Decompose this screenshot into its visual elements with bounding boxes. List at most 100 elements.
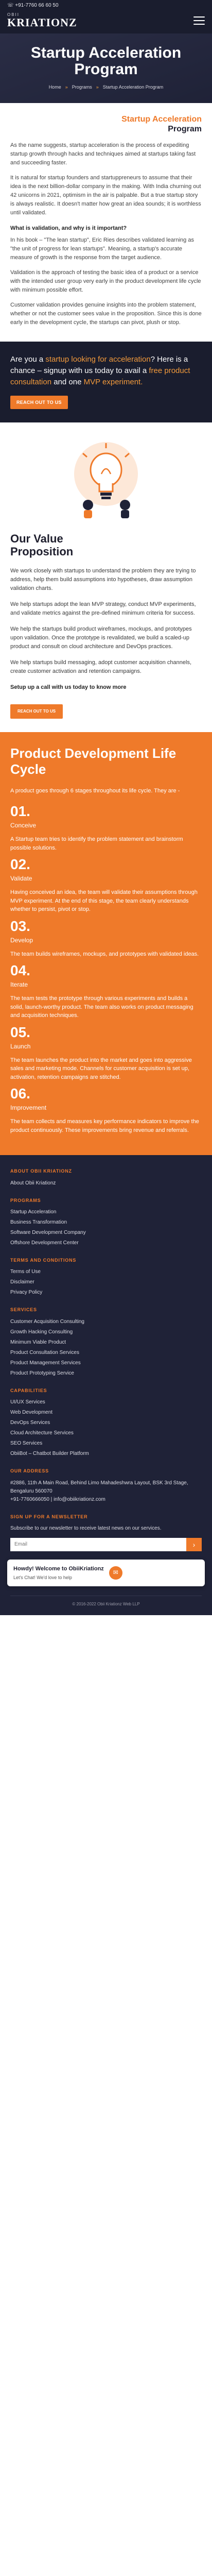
- pdlc-heading: Product Development Life Cycle: [10, 745, 176, 777]
- value-paragraph: We work closely with startups to underst…: [10, 567, 196, 591]
- step-text: The team collects and measures key perfo…: [10, 1118, 199, 1133]
- footer-services-list: Customer Acquisition Consulting Growth H…: [10, 1318, 202, 1378]
- value-proposition-section: Our Value Proposition We work closely wi…: [0, 526, 212, 732]
- cta-text: Are you a startup looking for accelerati…: [10, 354, 202, 387]
- footer-link[interactable]: Minimum Viable Product: [10, 1338, 202, 1347]
- step-name: Improvement: [10, 1104, 47, 1112]
- step-name: Develop: [10, 936, 33, 944]
- footer-link[interactable]: UI/UX Services: [10, 1398, 202, 1406]
- footer-link[interactable]: Product Management Services: [10, 1359, 202, 1367]
- footer-link[interactable]: Web Development: [10, 1409, 202, 1417]
- footer-link[interactable]: Privacy Policy: [10, 1289, 202, 1297]
- article-heading-line1: Startup Acceleration: [121, 114, 202, 124]
- newsletter-email-input[interactable]: [10, 1537, 186, 1551]
- newsletter-submit-button[interactable]: ›: [186, 1537, 202, 1551]
- article-paragraph: As the name suggests, startup accelerati…: [10, 142, 196, 166]
- footer-address-heading: OUR ADDRESS: [10, 1468, 49, 1474]
- footer-link[interactable]: Product Prototyping Service: [10, 1369, 202, 1378]
- step-name: Launch: [10, 1042, 31, 1050]
- pdlc-lead: A product goes through 6 stages througho…: [10, 787, 180, 794]
- article-paragraph: In his book – "The lean startup", Eric R…: [10, 236, 194, 261]
- pdlc-step: 02. Validate Having conceived an idea, t…: [10, 857, 202, 914]
- footer-link[interactable]: Growth Hacking Consulting: [10, 1328, 202, 1336]
- breadcrumb-programs[interactable]: Programs: [72, 84, 92, 90]
- breadcrumb-separator: »: [96, 84, 99, 90]
- pdlc-step: 05. Launch The team launches the product…: [10, 1025, 202, 1082]
- page-title: Startup Acceleration Program: [30, 44, 182, 78]
- footer-link[interactable]: Software Development Company: [10, 1229, 202, 1237]
- breadcrumb-home[interactable]: Home: [49, 84, 61, 90]
- value-call-to-action: Setup up a call with us today to know mo…: [10, 684, 127, 690]
- value-illustration: [0, 422, 212, 526]
- article-paragraph: Customer validation provides genuine ins…: [10, 301, 202, 326]
- chat-widget-popup[interactable]: Howdy! Welcome to ObiiKriationz Let's Ch…: [7, 1559, 205, 1586]
- footer-programs-list: Startup Acceleration Business Transforma…: [10, 1208, 202, 1247]
- step-number: 04.: [10, 962, 30, 979]
- step-number: 02.: [10, 856, 30, 873]
- step-text: A Startup team tries to identify the pro…: [10, 836, 183, 851]
- chat-widget-title: Howdy! Welcome to ObiiKriationz: [13, 1565, 104, 1572]
- step-text: The team launches the product into the m…: [10, 1057, 192, 1080]
- lightbulb-idea-icon: [74, 442, 138, 519]
- reach-out-button[interactable]: REACH OUT TO US: [10, 396, 68, 410]
- footer-link[interactable]: Terms of Use: [10, 1268, 202, 1276]
- step-name: Iterate: [10, 981, 28, 989]
- footer-link[interactable]: Product Consultation Services: [10, 1349, 202, 1357]
- article-paragraph: It is natural for startup founders and s…: [10, 175, 201, 216]
- footer-about-list: About Obii Kriationz: [10, 1179, 202, 1188]
- footer-link[interactable]: About Obii Kriationz: [10, 1179, 202, 1188]
- article-question: What is validation, and why is it import…: [10, 225, 127, 231]
- intro-article: Startup Acceleration Program As the name…: [0, 103, 212, 342]
- chat-widget-text: Howdy! Welcome to ObiiKriationz Let's Ch…: [13, 1565, 104, 1581]
- value-proposition-heading: Our Value Proposition: [10, 532, 202, 558]
- footer-contact[interactable]: +91-7760666050 | info@obiikriationz.com: [10, 1496, 202, 1504]
- newsletter-form: ›: [10, 1537, 202, 1551]
- breadcrumb-current: Startup Acceleration Program: [102, 84, 164, 90]
- footer-link[interactable]: Business Transformation: [10, 1218, 202, 1227]
- footer-link[interactable]: Disclaimer: [10, 1278, 202, 1286]
- footer-address: #2886, 11th A Main Road, Behind Limo Mah…: [10, 1480, 188, 1494]
- cta-text-part: and one: [51, 377, 84, 386]
- footer-programs-heading: PROGRAMS: [10, 1197, 41, 1203]
- chat-bubble-icon[interactable]: ✉: [109, 1566, 122, 1580]
- value-paragraph: We help startups build messaging, adopt …: [10, 659, 191, 674]
- cta-highlight: MVP experiment.: [83, 377, 143, 386]
- footer-link[interactable]: ObiiBot – Chatbot Builder Platform: [10, 1450, 202, 1458]
- footer-capabilities-list: UI/UX Services Web Development DevOps Se…: [10, 1398, 202, 1458]
- chat-widget-subtitle: Let's Chat! We'd love to help: [13, 1574, 72, 1580]
- footer-link[interactable]: DevOps Services: [10, 1419, 202, 1427]
- value-paragraph: We help startups adopt the lean MVP stra…: [10, 601, 196, 616]
- pdlc-step: 03. Develop The team builds wireframes, …: [10, 919, 202, 959]
- menu-icon[interactable]: [193, 16, 205, 25]
- logo-big-text: KRIATIONZ: [7, 16, 77, 29]
- pdlc-step: 06. Improvement The team collects and me…: [10, 1087, 202, 1134]
- footer-about-heading: ABOUT OBII KRIATIONZ: [10, 1168, 72, 1174]
- step-number: 01.: [10, 803, 30, 820]
- footer-link[interactable]: Cloud Architecture Services: [10, 1429, 202, 1437]
- footer-terms-list: Terms of Use Disclaimer Privacy Policy: [10, 1268, 202, 1297]
- footer-terms-heading: TERMS AND CONDITIONS: [10, 1258, 77, 1263]
- breadcrumb: Home » Programs » Startup Acceleration P…: [10, 84, 202, 90]
- step-text: Having conceived an idea, the team will …: [10, 889, 198, 913]
- footer-services-heading: SERVICES: [10, 1307, 37, 1313]
- cta-band: Are you a startup looking for accelerati…: [0, 342, 212, 423]
- pdlc-section: Product Development Life Cycle A product…: [0, 732, 212, 1156]
- footer-link[interactable]: Offshore Development Center: [10, 1239, 202, 1247]
- footer-link[interactable]: SEO Services: [10, 1439, 202, 1448]
- step-text: The team builds wireframes, mockups, and…: [10, 951, 199, 957]
- article-heading: Startup Acceleration Program: [10, 114, 202, 134]
- step-number: 05.: [10, 1024, 30, 1040]
- reach-out-button[interactable]: REACH OUT TO US: [10, 704, 63, 719]
- cta-text-part: Are you a: [10, 355, 46, 364]
- footer-link[interactable]: Customer Acquisition Consulting: [10, 1318, 202, 1326]
- phone-number[interactable]: ☏ +91-7760 66 60 50: [7, 3, 59, 8]
- breadcrumb-separator: »: [65, 84, 68, 90]
- step-name: Conceive: [10, 822, 37, 829]
- step-name: Validate: [10, 875, 32, 883]
- cta-highlight: startup looking for acceleration: [45, 355, 151, 364]
- value-heading-line2: Proposition: [10, 545, 74, 558]
- step-number: 03.: [10, 918, 30, 934]
- site-logo[interactable]: OBII KRIATIONZ: [7, 13, 77, 28]
- footer-link[interactable]: Startup Acceleration: [10, 1208, 202, 1216]
- newsletter-text: Subscribe to our newsletter to receive l…: [10, 1525, 162, 1531]
